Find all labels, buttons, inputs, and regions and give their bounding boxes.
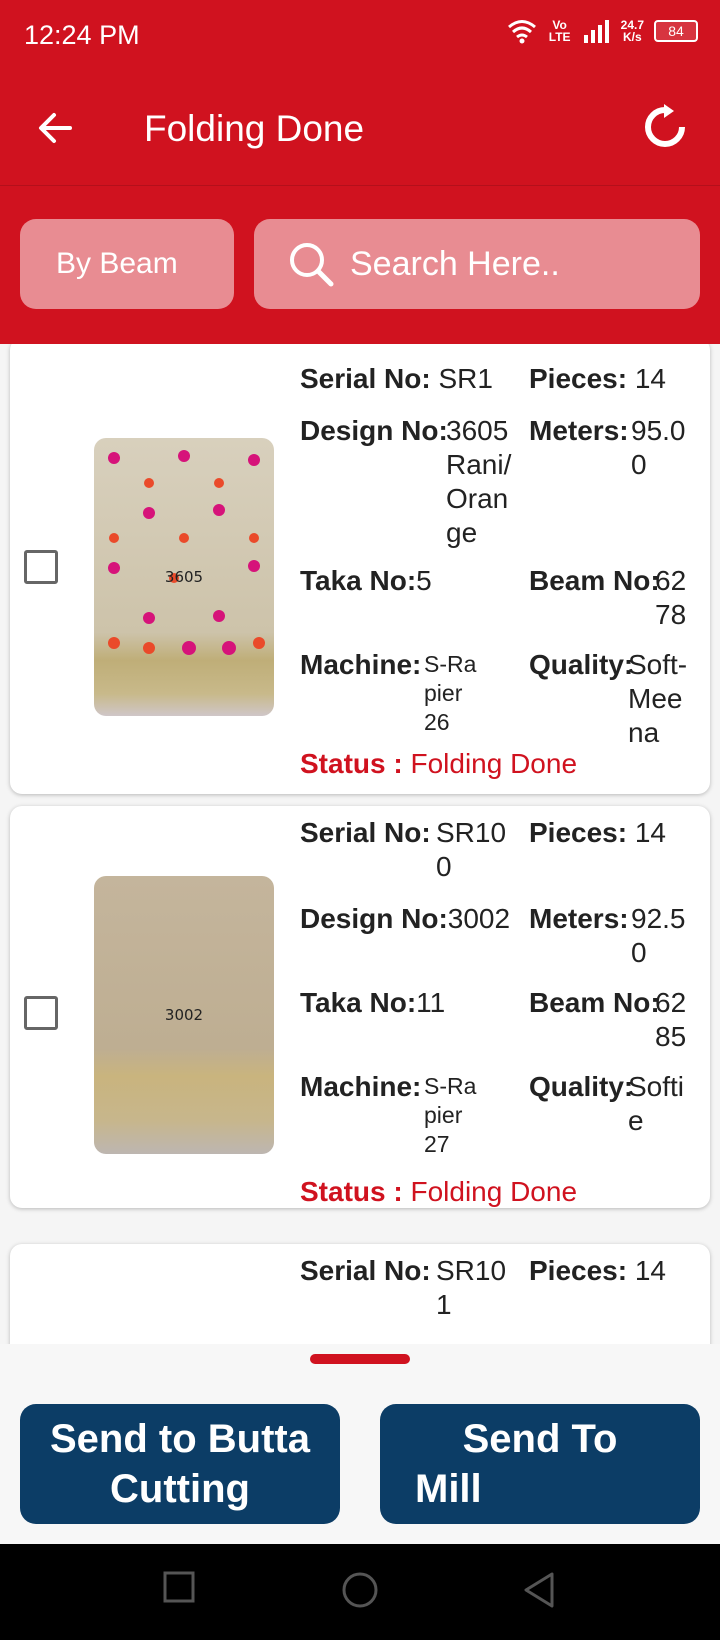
pieces-field: Pieces: 14 [529,1255,667,1286]
arrow-left-icon[interactable] [34,106,78,150]
status-icons: Vo LTE 24.7 K/s 84 [507,18,698,44]
send-to-butta-cutting-button[interactable]: Send to Butta Cutting [20,1404,340,1524]
network-speed: 24.7 K/s [620,18,644,44]
status-time: 12:24 PM [24,20,140,50]
taka-field: Taka No:11 [300,987,446,1018]
machine-value: S-Rapier 27 [424,1073,477,1157]
serial-label: Serial No: [300,1255,431,1286]
machine-label: Machine: [300,649,422,680]
quality-value: Soft-Meena [628,649,688,748]
recent-apps-icon[interactable] [162,1570,196,1604]
send-to-mill-button[interactable]: Send To Mill [380,1404,700,1524]
design-value: 3605 Rani/ Orange [446,415,512,548]
action-bar: Send to Butta Cutting Send To Mill [0,1344,720,1544]
list-item[interactable]: 3605 Serial No: SR1 Pieces: 14 Design No… [10,344,710,794]
fabric-image: 3002 [94,876,274,1154]
meters-label: Meters: [529,903,629,934]
fabric-image-label: 3605 [164,568,204,586]
status-text: Status : Folding Done [300,748,578,779]
filter-bar: By Beam Search Here.. [0,186,720,344]
machine-label: Machine: [300,1071,422,1102]
beam-value: 6278 [655,565,687,630]
list-item[interactable]: Serial No: SR101 Pieces: 14 [10,1244,710,1344]
app-bar: Folding Done [0,74,720,186]
search-placeholder: Search Here.. [350,245,560,283]
fabric-image: 3605 [94,438,274,716]
signal-icon [583,20,609,43]
serial-value: SR100 [436,817,507,882]
meters-label: Meters: [529,415,629,446]
meters-value: 95.00 [631,415,686,480]
scroll-indicator [310,1354,410,1364]
pieces-field: Pieces: 14 [529,817,667,848]
select-checkbox[interactable] [24,996,58,1030]
beam-value: 6285 [655,987,687,1052]
beam-label: Beam No: [529,987,660,1018]
quality-value: Softie [628,1071,685,1136]
system-nav-bar [0,1544,720,1640]
quality-label: Quality: [529,1071,634,1102]
beam-label: Beam No: [529,565,660,596]
search-input[interactable]: Search Here.. [254,219,700,309]
design-field: Design No:3002 [300,903,511,934]
quality-label: Quality: [529,649,634,680]
back-nav-icon[interactable] [520,1570,556,1610]
serial-label: Serial No: [300,817,431,848]
page-title: Folding Done [144,108,365,149]
item-list[interactable]: 3605 Serial No: SR1 Pieces: 14 Design No… [0,344,720,1344]
taka-field: Taka No:5 [300,565,432,596]
select-checkbox[interactable] [24,550,58,584]
list-item[interactable]: 3002 Serial No: SR100 Pieces: 14 Design … [10,806,710,1208]
battery-icon: 84 [654,20,698,42]
status-text: Status : Folding Done [300,1176,578,1207]
meters-value: 92.50 [631,903,686,968]
serial-field: Serial No: SR1 [300,363,493,394]
serial-value: SR101 [436,1255,507,1320]
home-icon[interactable] [340,1570,380,1610]
search-icon [290,243,334,287]
refresh-icon[interactable] [640,102,690,152]
by-beam-button[interactable]: By Beam [20,219,234,309]
wifi-icon [507,20,536,44]
status-bar: 12:24 PM Vo LTE 24.7 K/s 84 [0,0,720,74]
fabric-image-label: 3002 [164,1006,204,1024]
pieces-field: Pieces: 14 [529,363,667,394]
machine-value: S-Rapier 26 [424,651,477,735]
network-type: Vo LTE [548,18,571,44]
design-label: Design No: [300,415,448,446]
